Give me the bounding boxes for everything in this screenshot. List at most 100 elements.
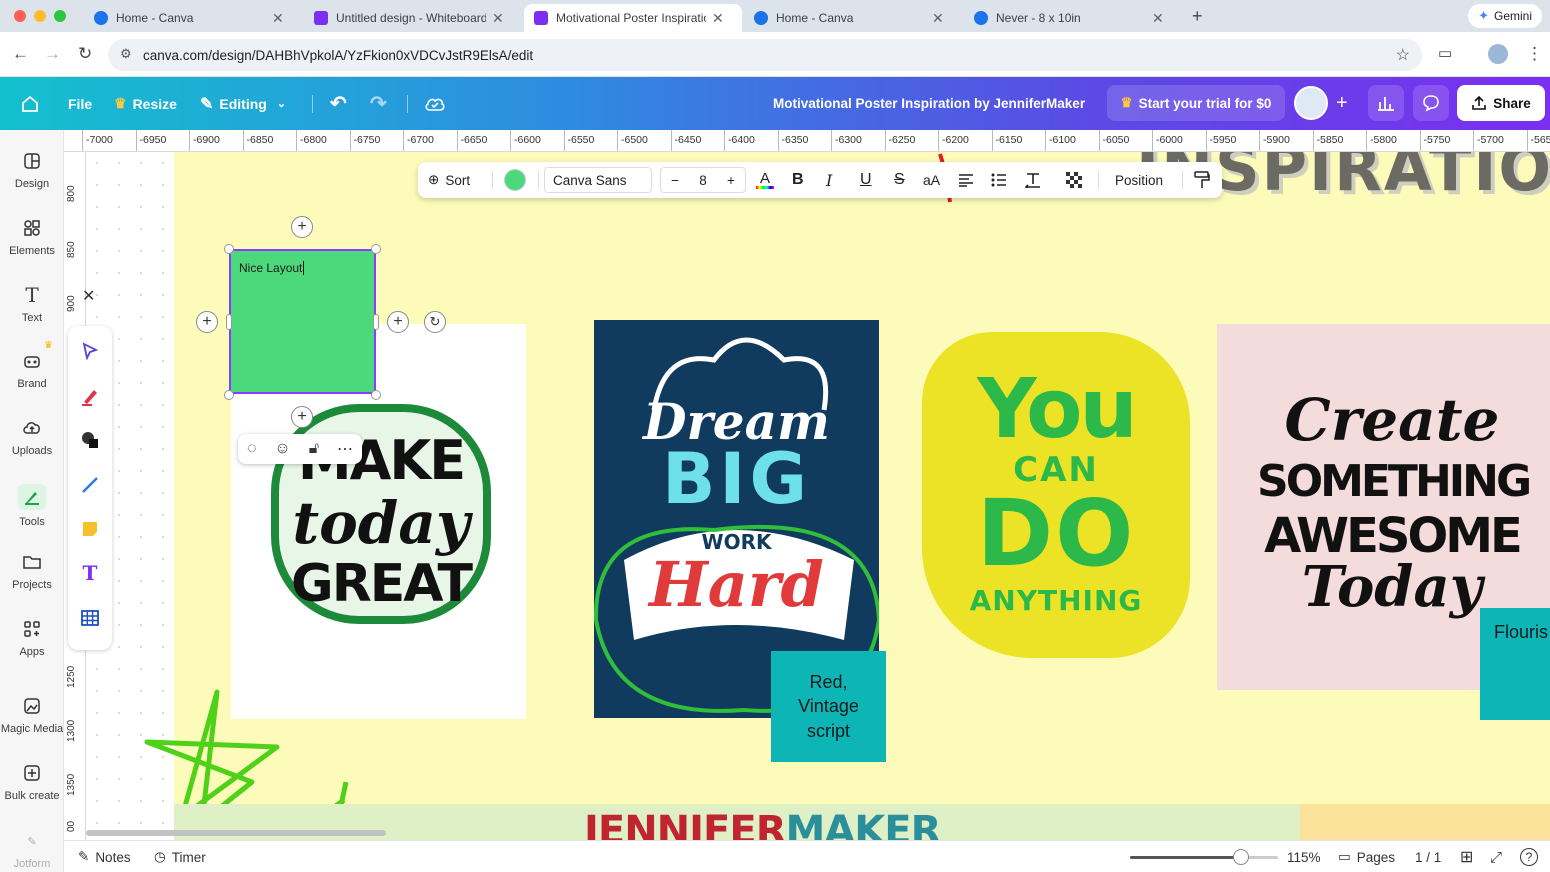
text-tool[interactable]: T <box>79 561 101 585</box>
resize-handle[interactable] <box>371 244 381 254</box>
browser-tab[interactable]: Untitled design - Whiteboard ✕ <box>304 4 522 32</box>
canvas-area[interactable]: INSPIRATION IMAGES MAKE today GREAT Drea… <box>86 152 1550 840</box>
browser-tab[interactable]: Home - Canva ✕ <box>744 4 962 32</box>
site-settings-icon[interactable]: ⚙ <box>120 46 132 62</box>
shapes-tool[interactable] <box>79 429 101 451</box>
gemini-button[interactable]: ✦ Gemini <box>1468 4 1542 28</box>
sidebar-item-uploads[interactable]: Uploads <box>0 417 64 475</box>
sidebar-item-brand[interactable]: ♛ Brand <box>0 340 64 408</box>
emoji-reaction-icon[interactable]: ☺ <box>274 440 290 458</box>
tab-close-icon[interactable]: ✕ <box>1152 10 1164 27</box>
poster-you-can-do[interactable]: You CAN DO ANYTHING <box>922 332 1190 658</box>
lock-icon[interactable]: 🔓︎ <box>309 440 319 458</box>
undo-button[interactable]: ↶ <box>330 77 347 130</box>
cast-icon[interactable]: ▭ <box>1438 44 1452 62</box>
browser-menu-icon[interactable]: ⋮ <box>1526 44 1543 64</box>
comment-icon[interactable]: ◌ <box>247 440 257 458</box>
zoom-slider-thumb[interactable] <box>1233 849 1249 865</box>
draw-tool[interactable] <box>79 385 101 407</box>
font-family-dropdown[interactable]: Canva Sans <box>544 167 652 193</box>
zoom-slider[interactable] <box>1130 849 1278 865</box>
more-options-icon[interactable]: ⋯ <box>337 439 353 459</box>
share-button[interactable]: Share <box>1457 85 1545 121</box>
file-menu[interactable]: File <box>68 77 92 130</box>
sidebar-item-elements[interactable]: Elements <box>0 217 64 275</box>
new-tab-button[interactable]: + <box>1192 6 1203 27</box>
close-window-button[interactable] <box>14 10 26 22</box>
sidebar-item-magic-media[interactable]: Magic Media <box>0 695 64 753</box>
copy-style-button[interactable] <box>1194 162 1210 198</box>
browser-tab-active[interactable]: Motivational Poster Inspiratio ✕ <box>524 4 742 32</box>
start-trial-button[interactable]: ♛ Start your trial for $0 <box>1107 85 1285 121</box>
decrease-font-size-button[interactable]: − <box>671 173 679 188</box>
position-button[interactable]: Position <box>1115 162 1163 198</box>
minimize-window-button[interactable] <box>34 10 46 22</box>
sticky-note-red-vintage[interactable]: Red, Vintage script <box>771 651 886 762</box>
insights-button[interactable] <box>1368 85 1404 121</box>
tab-close-icon[interactable]: ✕ <box>492 10 504 27</box>
sidebar-item-projects[interactable]: Projects <box>0 551 64 609</box>
fullscreen-button[interactable]: ⤢ <box>1490 841 1502 872</box>
bold-button[interactable]: B <box>792 162 804 198</box>
line-tool[interactable] <box>79 474 101 496</box>
select-tool[interactable] <box>79 340 101 362</box>
grid-view-button[interactable]: ⊞ <box>1460 841 1473 872</box>
redo-button[interactable]: ↷ <box>370 77 387 130</box>
table-tool[interactable] <box>79 607 101 629</box>
cloud-save-button[interactable] <box>424 77 446 130</box>
browser-tab[interactable]: Home - Canva ✕ <box>84 4 302 32</box>
forward-arrow-icon[interactable]: → <box>44 44 61 64</box>
text-color-button[interactable]: A <box>756 162 774 198</box>
align-button[interactable] <box>958 162 974 198</box>
browser-tab[interactable]: Never - 8 x 10in ✕ <box>964 4 1182 32</box>
font-size-stepper[interactable]: − 8 + <box>660 167 746 193</box>
timer-button[interactable]: ◷ Timer <box>154 841 206 872</box>
help-button[interactable]: ? <box>1520 841 1538 872</box>
bookmark-star-icon[interactable]: ☆ <box>1396 45 1410 65</box>
underline-button[interactable]: U <box>860 162 872 198</box>
resize-handle[interactable] <box>373 314 379 330</box>
close-tools-icon[interactable]: ✕ <box>82 286 95 306</box>
comments-button[interactable] <box>1413 85 1449 121</box>
document-title[interactable]: Motivational Poster Inspiration by Jenni… <box>773 77 1085 130</box>
zoom-level[interactable]: 115% <box>1287 841 1321 872</box>
resize-handle[interactable] <box>226 314 232 330</box>
add-connector-top-button[interactable]: + <box>291 216 313 238</box>
notes-button[interactable]: ✎ Notes <box>78 841 131 872</box>
home-button[interactable] <box>20 77 40 130</box>
sidebar-item-design[interactable]: Design <box>0 150 64 208</box>
profile-avatar[interactable] <box>1488 44 1508 64</box>
add-collaborator-button[interactable]: + <box>1336 77 1348 130</box>
transparency-button[interactable] <box>1066 162 1082 198</box>
add-connector-left-button[interactable]: + <box>196 311 218 333</box>
tab-close-icon[interactable]: ✕ <box>712 10 724 27</box>
font-size-value[interactable]: 8 <box>699 173 707 188</box>
resize-button[interactable]: ♛ Resize <box>114 77 177 130</box>
tab-close-icon[interactable]: ✕ <box>272 10 284 27</box>
resize-handle[interactable] <box>371 390 381 400</box>
horizontal-scrollbar[interactable] <box>86 830 386 836</box>
rotate-button[interactable]: ↻ <box>424 311 446 333</box>
resize-handle[interactable] <box>224 390 234 400</box>
sidebar-item-tools[interactable]: Tools <box>0 484 64 542</box>
selected-note-nice-layout[interactable]: Nice Layout <box>229 249 376 394</box>
sidebar-item-text[interactable]: T Text <box>0 283 64 342</box>
italic-button[interactable]: I <box>826 162 832 198</box>
strikethrough-button[interactable]: S <box>894 162 905 198</box>
maximize-window-button[interactable] <box>54 10 66 22</box>
letter-case-button[interactable]: aA <box>923 162 940 198</box>
user-avatar[interactable] <box>1294 86 1328 120</box>
back-arrow-icon[interactable]: ← <box>12 44 29 64</box>
reload-icon[interactable]: ↻ <box>78 44 92 64</box>
tab-close-icon[interactable]: ✕ <box>932 10 944 27</box>
note-text[interactable]: Nice Layout <box>239 261 305 275</box>
resize-handle[interactable] <box>224 244 234 254</box>
add-connector-bottom-button[interactable]: + <box>291 406 313 428</box>
spacing-button[interactable] <box>1024 162 1042 198</box>
note-color-swatch[interactable] <box>504 169 526 191</box>
address-bar[interactable]: ⚙ canva.com/design/DAHBhVpkolA/YzFkion0x… <box>108 39 1422 71</box>
list-button[interactable] <box>991 162 1007 198</box>
sidebar-item-jotform[interactable]: ✎ Jotform <box>0 830 64 872</box>
editing-mode-dropdown[interactable]: ✎ Editing ⌄ <box>200 77 286 130</box>
add-connector-right-button[interactable]: + <box>387 311 409 333</box>
